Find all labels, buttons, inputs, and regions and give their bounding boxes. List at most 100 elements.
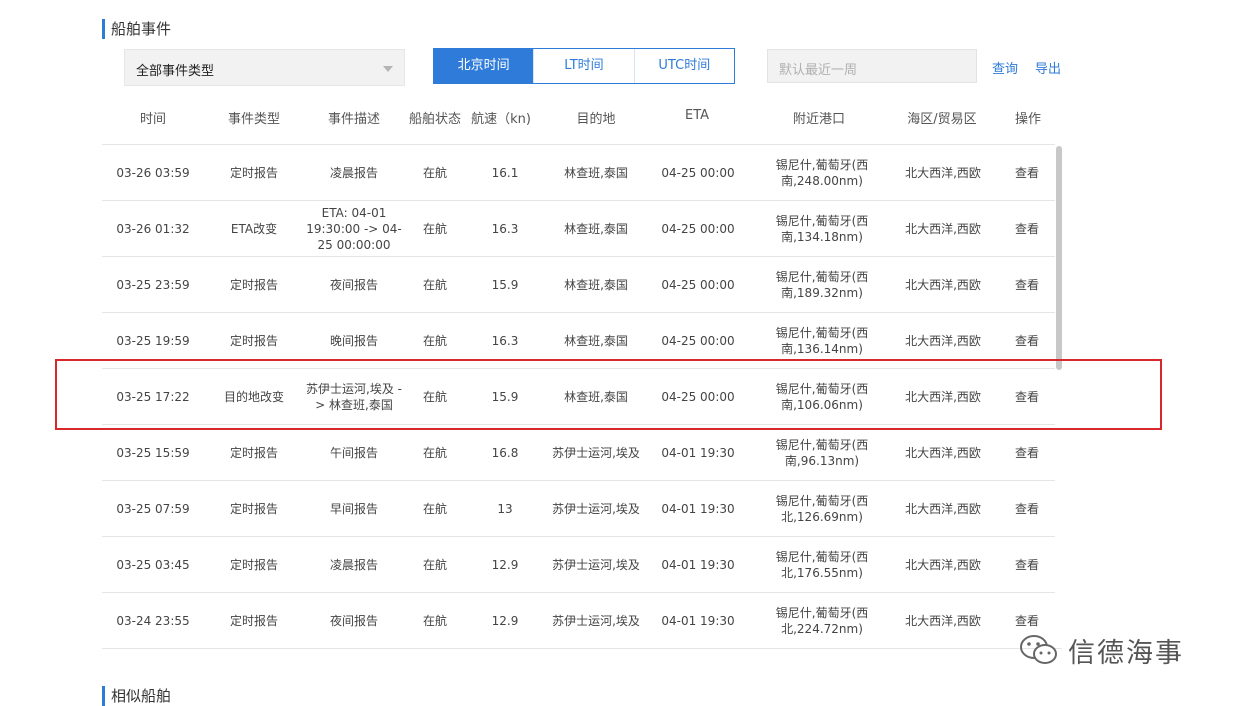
cell-event-type: 定时报告 <box>229 277 279 292</box>
cell-destination: 林查班,泰国 <box>564 165 628 180</box>
cell-eta: 04-25 00:00 <box>661 277 735 292</box>
cell-event-type: 定时报告 <box>229 445 279 460</box>
event-type-select[interactable]: 全部事件类型 <box>124 49 405 86</box>
cell-destination: 苏伊士运河,埃及 <box>552 557 640 572</box>
cell-sea-area: 北大西洋,西欧 <box>905 221 981 236</box>
cell-nearby-port-line2: 南,134.18nm) <box>781 229 863 244</box>
cell-ship-status: 在航 <box>422 445 448 460</box>
col-header-event-type: 事件类型 <box>227 112 281 127</box>
cell-eta: 04-01 19:30 <box>661 445 735 460</box>
cell-sea-area: 北大西洋,西欧 <box>905 613 981 628</box>
cell-nearby-port: 锡尼什,葡萄牙(西 南,136.14nm) <box>767 325 877 357</box>
table-header: 时间 事件类型 事件描述 船舶状态 航速（kn) 目的地 ETA 附近港口 海区… <box>0 108 1241 127</box>
table-row: 03-26 01:32 ETA改变 ETA: 04-01 19:30:00 -> 0… <box>102 200 1062 256</box>
table-row: 03-24 23:55 定时报告 夜间报告 在航 12.9 苏伊士运河,埃及 04-01 1… <box>102 592 1062 649</box>
cell-destination: 苏伊士运河,埃及 <box>552 613 640 628</box>
cell-event-desc: 凌晨报告 <box>329 557 378 572</box>
cell-speed: 16.1 <box>491 165 519 180</box>
cell-nearby-port-line1: 锡尼什,葡萄牙(西 <box>775 157 869 172</box>
view-link[interactable]: 查看 <box>1015 445 1039 461</box>
cell-nearby-port: 锡尼什,葡萄牙(西 北,224.72nm) <box>767 605 877 637</box>
cell-event-type: 定时报告 <box>229 557 279 572</box>
cell-nearby-port-line1: 锡尼什,葡萄牙(西 <box>775 437 869 452</box>
cell-nearby-port-line2: 南,96.13nm) <box>784 453 860 468</box>
cell-nearby-port-line2: 北,126.69nm) <box>781 509 863 524</box>
cell-event-desc: ETA: 04-01 19:30:00 -> 04- 25 00:00:00 <box>306 205 402 252</box>
col-header-action: 操作 <box>1014 112 1042 127</box>
view-link[interactable]: 查看 <box>1015 501 1039 517</box>
cell-event-type: 定时报告 <box>229 333 279 348</box>
cell-nearby-port: 锡尼什,葡萄牙(西 北,176.55nm) <box>767 549 877 581</box>
cell-eta: 04-01 19:30 <box>661 557 735 572</box>
col-header-speed: 航速（kn) <box>471 112 531 127</box>
table-row: 03-26 03:59 定时报告 凌晨报告 在航 16.1 林查班,泰国 04-25 00:… <box>102 144 1062 200</box>
cell-time: 03-25 23:59 <box>116 277 190 292</box>
cell-time: 03-24 23:55 <box>116 613 190 628</box>
cell-eta: 04-25 00:00 <box>661 221 735 236</box>
cell-event-desc: 早间报告 <box>329 501 378 516</box>
cell-eta: 04-25 00:00 <box>661 165 735 180</box>
cell-event-type: 定时报告 <box>229 501 279 516</box>
cell-nearby-port: 锡尼什,葡萄牙(西 南,96.13nm) <box>767 437 877 469</box>
wechat-icon <box>1020 635 1057 664</box>
cell-event-desc: 凌晨报告 <box>329 165 378 180</box>
cell-nearby-port: 锡尼什,葡萄牙(西 南,189.32nm) <box>767 269 877 301</box>
cell-time: 03-26 03:59 <box>116 165 190 180</box>
col-header-nearby-port: 附近港口 <box>792 112 846 127</box>
cell-event-desc: 午间报告 <box>329 445 378 460</box>
cell-speed: 15.9 <box>491 277 519 292</box>
cell-destination: 苏伊士运河,埃及 <box>552 501 640 516</box>
cell-sea-area: 北大西洋,西欧 <box>905 165 981 180</box>
view-link[interactable]: 查看 <box>1015 221 1039 237</box>
cell-event-desc: 夜间报告 <box>329 613 378 628</box>
cell-time: 03-25 15:59 <box>116 445 190 460</box>
cell-event-type: ETA改变 <box>230 221 278 236</box>
col-header-eta: ETA <box>684 108 710 123</box>
cell-time: 03-25 07:59 <box>116 501 190 516</box>
cell-ship-status: 在航 <box>422 277 448 292</box>
col-header-time: 时间 <box>139 112 167 127</box>
view-link[interactable]: 查看 <box>1015 277 1039 293</box>
cell-ship-status: 在航 <box>422 165 448 180</box>
cell-speed: 12.9 <box>491 613 519 628</box>
cell-nearby-port-line2: 北,176.55nm) <box>781 565 863 580</box>
cell-nearby-port-line1: 锡尼什,葡萄牙(西 <box>775 325 869 340</box>
cell-sea-area: 北大西洋,西欧 <box>905 445 981 460</box>
cell-ship-status: 在航 <box>422 557 448 572</box>
cell-nearby-port: 锡尼什,葡萄牙(西 北,126.69nm) <box>767 493 877 525</box>
export-link[interactable]: 导出 <box>1035 58 1061 77</box>
cell-destination: 林查班,泰国 <box>564 277 628 292</box>
cell-nearby-port-line2: 北,224.72nm) <box>781 621 863 636</box>
cell-time: 03-25 19:59 <box>116 333 190 348</box>
tab-utc-time[interactable]: UTC时间 <box>633 49 734 83</box>
view-link[interactable]: 查看 <box>1015 557 1039 573</box>
table-row: 03-25 23:59 定时报告 夜间报告 在航 15.9 林查班,泰国 04-25 00:… <box>102 256 1062 312</box>
tab-beijing-time[interactable]: 北京时间 <box>434 49 534 83</box>
section-title-similar-ships: 相似船舶 <box>102 686 171 706</box>
watermark-text: 信德海事 <box>1068 637 1184 669</box>
date-range-input[interactable]: 默认最近一周 <box>767 49 977 83</box>
cell-sea-area: 北大西洋,西欧 <box>905 277 981 292</box>
query-link[interactable]: 查询 <box>992 58 1018 77</box>
cell-event-type: 定时报告 <box>229 613 279 628</box>
cell-nearby-port-line2: 南,248.00nm) <box>781 173 863 188</box>
cell-ship-status: 在航 <box>422 613 448 628</box>
col-header-sea-area: 海区/贸易区 <box>907 112 977 127</box>
col-header-ship-status: 船舶状态 <box>408 112 462 127</box>
col-header-destination: 目的地 <box>576 112 616 127</box>
view-link[interactable]: 查看 <box>1015 333 1039 349</box>
cell-time: 03-25 03:45 <box>116 557 190 572</box>
tab-lt-time[interactable]: LT时间 <box>533 49 634 83</box>
cell-nearby-port-line2: 南,136.14nm) <box>781 341 863 356</box>
watermark: 信德海事 <box>1018 630 1184 670</box>
cell-ship-status: 在航 <box>422 501 448 516</box>
cell-speed: 16.3 <box>491 221 519 236</box>
view-link[interactable]: 查看 <box>1015 165 1039 181</box>
scrollbar-thumb[interactable] <box>1056 146 1062 370</box>
table-row: 03-25 15:59 定时报告 午间报告 在航 16.8 苏伊士运河,埃及 04-01 1… <box>102 424 1062 480</box>
cell-speed: 16.3 <box>491 333 519 348</box>
cell-eta: 04-25 00:00 <box>661 333 735 348</box>
col-header-event-desc: 事件描述 <box>327 112 381 127</box>
table-row: 03-25 07:59 定时报告 早间报告 在航 13 苏伊士运河,埃及 04-01 19:… <box>102 480 1062 536</box>
view-link[interactable]: 查看 <box>1015 613 1039 629</box>
